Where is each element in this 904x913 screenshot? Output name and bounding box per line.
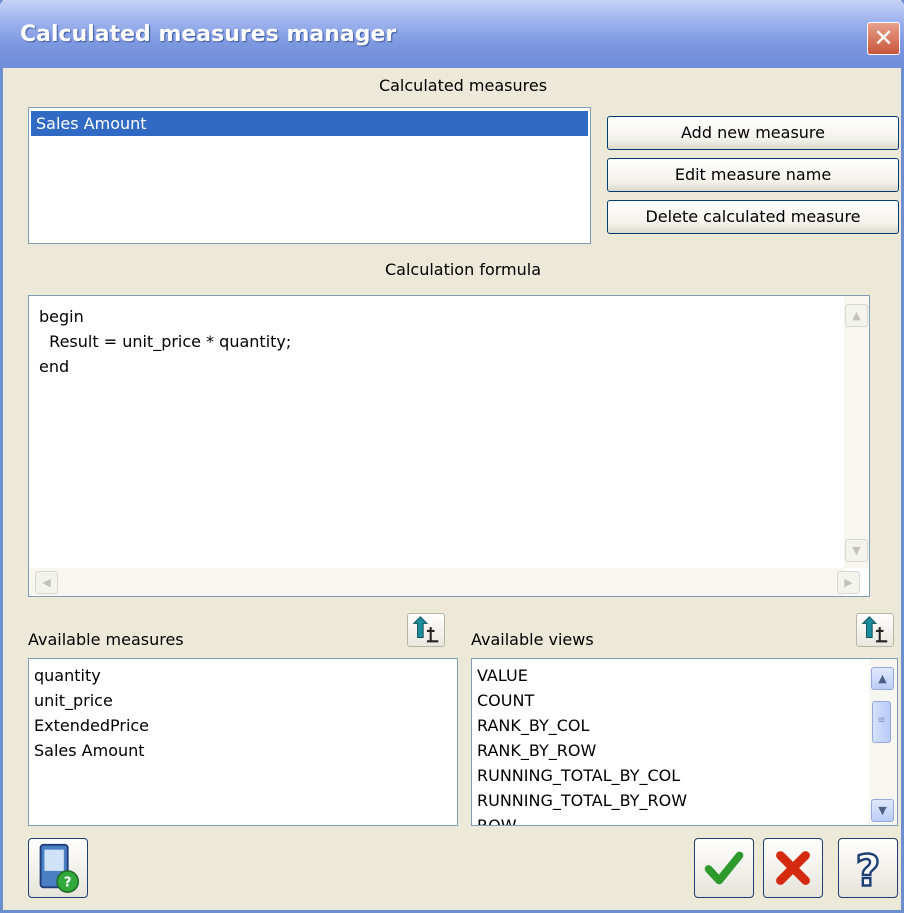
list-item[interactable]: ExtendedPrice — [29, 713, 457, 738]
available-views-list[interactable]: VALUE COUNT RANK_BY_COL RANK_BY_ROW RUNN… — [471, 658, 898, 826]
close-button[interactable]: ✕ — [867, 22, 900, 55]
formula-editor[interactable]: begin Result = unit_price * quantity; en… — [28, 295, 870, 597]
scroll-right-icon[interactable]: ▶ — [837, 571, 860, 594]
available-measures-list[interactable]: quantity unit_price ExtendedPrice Sales … — [28, 658, 458, 826]
x-mark-icon — [776, 851, 810, 885]
checkmark-icon — [704, 851, 744, 885]
scroll-thumb[interactable]: ≡ — [872, 701, 891, 743]
scroll-down-icon[interactable]: ▼ — [871, 799, 894, 822]
scroll-down-icon[interactable]: ▼ — [845, 539, 868, 562]
edit-measure-name-button[interactable]: Edit measure name — [607, 158, 899, 192]
list-item[interactable]: Sales Amount — [31, 111, 588, 136]
list-item[interactable]: RANK_BY_ROW — [472, 738, 867, 763]
calculation-formula-label: Calculation formula — [384, 260, 542, 279]
list-item[interactable]: RANK_BY_COL — [472, 713, 867, 738]
list-item[interactable]: Sales Amount — [29, 738, 457, 763]
delete-calculated-measure-button[interactable]: Delete calculated measure — [607, 200, 899, 234]
help-button[interactable]: ? — [838, 838, 898, 898]
formula-horizontal-scrollbar[interactable]: ◀ ▶ — [29, 568, 860, 596]
list-item[interactable]: quantity — [29, 663, 457, 688]
dialog-window: Calculated measures manager ✕ Calculated… — [0, 0, 904, 913]
calculated-measures-label: Calculated measures — [378, 76, 548, 95]
available-measures-label: Available measures — [28, 630, 184, 649]
ok-button[interactable] — [694, 838, 754, 898]
scroll-left-icon[interactable]: ◀ — [35, 571, 58, 594]
insert-arrow-icon — [861, 616, 888, 643]
question-mark-icon: ? — [854, 846, 881, 897]
formula-vertical-scrollbar[interactable]: ▲ ▼ — [844, 296, 869, 568]
insert-arrow-icon — [412, 616, 439, 643]
insert-view-button[interactable] — [856, 613, 894, 647]
title-bar[interactable]: Calculated measures manager ✕ — [0, 0, 904, 68]
available-views-label: Available views — [471, 630, 594, 649]
calculated-measures-list[interactable]: Sales Amount — [28, 107, 591, 244]
svg-text:?: ? — [856, 847, 881, 896]
close-icon: ✕ — [873, 24, 894, 52]
list-item[interactable]: RUNNING_TOTAL_BY_ROW — [472, 788, 867, 813]
add-new-measure-button[interactable]: Add new measure — [607, 116, 899, 150]
list-item[interactable]: COUNT — [472, 688, 867, 713]
device-help-icon: ? — [39, 843, 80, 893]
views-vertical-scrollbar[interactable]: ▲ ≡ ▼ — [869, 659, 897, 825]
list-item[interactable]: ROW — [472, 813, 867, 825]
cancel-button[interactable] — [763, 838, 823, 898]
list-item[interactable]: VALUE — [472, 663, 867, 688]
list-item[interactable]: unit_price — [29, 688, 457, 713]
list-item[interactable]: RUNNING_TOTAL_BY_COL — [472, 763, 867, 788]
window-title: Calculated measures manager — [20, 22, 397, 47]
insert-measure-button[interactable] — [407, 613, 445, 647]
scroll-up-icon[interactable]: ▲ — [871, 667, 894, 690]
help-device-button[interactable]: ? — [28, 838, 88, 898]
svg-text:?: ? — [64, 874, 72, 890]
formula-text[interactable]: begin Result = unit_price * quantity; en… — [39, 304, 291, 379]
scroll-up-icon[interactable]: ▲ — [845, 304, 868, 327]
